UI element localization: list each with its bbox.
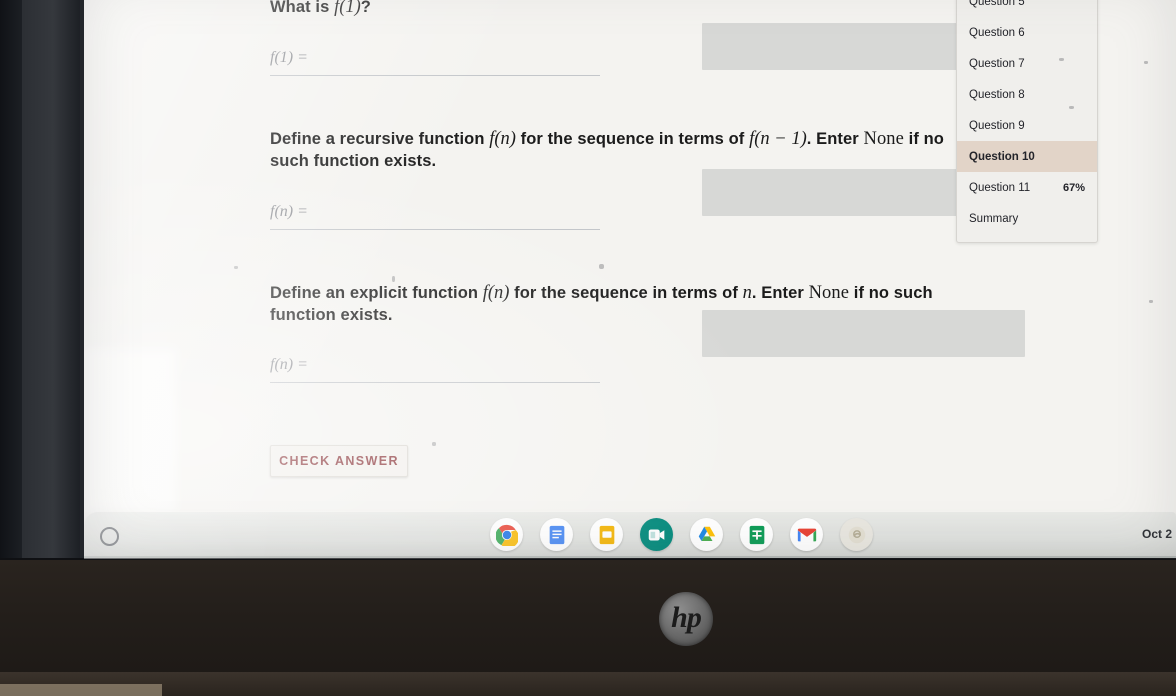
answer-row-2: f(n) = <box>270 198 960 233</box>
prompt-3-text-b: for the sequence in terms of <box>509 283 743 302</box>
question-prompt-3: Define an explicit function f(n) for the… <box>270 281 960 326</box>
qnav-item-question-10[interactable]: Question 10 <box>957 141 1097 172</box>
photo-speck <box>234 266 238 269</box>
answer-input-3[interactable] <box>270 352 670 383</box>
qnav-item-label: Question 8 <box>969 88 1025 101</box>
google-drive-icon[interactable] <box>690 518 723 551</box>
qnav-item-question-5[interactable]: Question 5 <box>957 0 1097 17</box>
launcher-button[interactable] <box>100 527 119 546</box>
chromeos-shelf: Oct 2 <box>84 512 1176 559</box>
qnav-item-label: Question 10 <box>969 150 1035 163</box>
prompt-1-math: f(1) <box>334 0 361 17</box>
chrome-icon[interactable] <box>490 518 523 551</box>
prompt-2-math-1: f(n) <box>489 129 516 150</box>
prompt-1-text-b: ? <box>360 0 371 16</box>
screen-glare-left <box>84 348 176 512</box>
question-prompt-2: Define a recursive function f(n) for the… <box>270 127 960 172</box>
google-meet-icon[interactable] <box>640 518 673 551</box>
hp-logo-text: hp <box>671 601 702 634</box>
laptop-screen: What is f(1)? f(1) = Define a recursive … <box>84 0 1176 559</box>
webpage-body: What is f(1)? f(1) = Define a recursive … <box>84 0 1176 512</box>
qnav-item-label: Question 5 <box>969 0 1025 8</box>
prompt-1-text-a: What is <box>270 0 335 16</box>
google-sheets-icon[interactable] <box>740 518 773 551</box>
prompt-2-text-a: Define a recursive function <box>270 130 490 149</box>
photo-speck <box>599 264 604 269</box>
photo-speck <box>1059 58 1064 61</box>
answer-underline-1 <box>270 75 600 77</box>
question-nav-panel: Question 4Question 5Question 6Question 7… <box>956 0 1098 243</box>
answer-input-1[interactable] <box>270 45 670 76</box>
prompt-3-none: None <box>808 282 850 303</box>
check-answer-button[interactable]: CHECK ANSWER <box>270 445 408 477</box>
photo-speck <box>1144 61 1148 64</box>
answer-row-3: f(n) = <box>270 352 960 386</box>
laptop-photo: What is f(1)? f(1) = Define a recursive … <box>0 0 1176 696</box>
prompt-3-text-a: Define an explicit function <box>270 283 483 302</box>
answer-row-1: f(1) = <box>270 45 960 79</box>
qnav-item-question-9[interactable]: Question 9 <box>957 110 1097 141</box>
hp-logo: hp <box>659 592 713 646</box>
answer-underline-2 <box>270 228 600 230</box>
qnav-item-label: Question 9 <box>969 119 1025 132</box>
prompt-2-text-b: for the sequence in terms of <box>515 130 750 149</box>
google-slides-icon[interactable] <box>590 518 623 551</box>
prompt-2-none: None <box>863 129 904 150</box>
chassis-lip-accent <box>0 684 162 696</box>
qnav-item-question-6[interactable]: Question 6 <box>957 17 1097 48</box>
photo-speck <box>1149 300 1153 303</box>
qnav-item-label: Question 11 <box>969 181 1031 194</box>
qnav-item-summary[interactable]: Summary <box>957 203 1097 234</box>
qnav-item-question-8[interactable]: Question 8 <box>957 79 1097 110</box>
shelf-clock[interactable]: Oct 2 <box>1142 527 1172 541</box>
prompt-2-text-c: . Enter <box>806 130 864 149</box>
photo-speck <box>1069 106 1074 109</box>
qnav-item-question-11[interactable]: Question 11 67% <box>957 172 1097 203</box>
qnav-item-label: Summary <box>969 212 1019 225</box>
question-content: What is f(1)? f(1) = Define a recursive … <box>270 0 960 386</box>
bezel-left-shade <box>20 0 80 580</box>
qnav-item-label: Question 7 <box>969 57 1025 70</box>
prompt-2-math-2: f(n − 1) <box>749 129 807 150</box>
prompt-3-math-2: n <box>742 282 752 303</box>
prompt-3-text-c: . Enter <box>751 283 809 302</box>
bezel-left-edge <box>0 0 22 600</box>
google-docs-icon[interactable] <box>540 518 573 551</box>
qnav-item-percent: 67% <box>1062 181 1085 194</box>
qnav-item-question-7[interactable]: Question 7 <box>957 48 1097 79</box>
qnav-item-label: Question 6 <box>969 26 1025 39</box>
answer-input-2[interactable] <box>270 198 670 229</box>
gmail-icon[interactable] <box>790 518 823 551</box>
prompt-3-math-1: f(n) <box>482 282 510 303</box>
unknown-app-icon[interactable] <box>840 518 873 551</box>
shelf-icon-strip <box>490 518 873 551</box>
chassis-front-lip <box>0 672 1176 696</box>
photo-speck <box>432 442 436 446</box>
question-prompt-1: What is f(1)? <box>270 0 960 19</box>
photo-speck <box>392 276 395 282</box>
answer-underline-3 <box>270 382 600 384</box>
